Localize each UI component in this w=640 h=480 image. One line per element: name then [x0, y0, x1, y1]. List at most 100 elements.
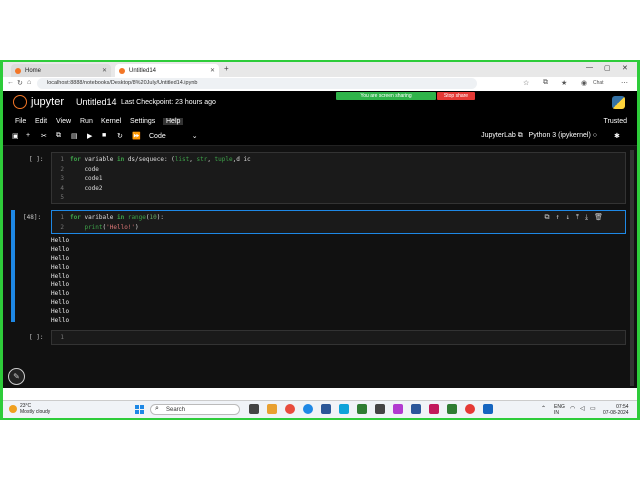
app-icon[interactable] — [465, 404, 475, 414]
trusted-indicator[interactable]: Trusted — [604, 118, 627, 125]
jupyter-logo-text: jupyter — [31, 96, 65, 108]
tab-home[interactable]: Home ✕ — [11, 64, 111, 77]
fast-forward-icon[interactable]: ⏩ — [132, 132, 141, 140]
bug-icon[interactable]: ✱ — [614, 132, 620, 140]
output-line: Hello — [51, 308, 70, 316]
cell-prompt: [48]: — [23, 214, 42, 221]
insert-below-icon[interactable]: ⤓ — [585, 213, 594, 221]
menu-dots-icon[interactable]: ⋯ — [621, 79, 628, 87]
task-view-icon[interactable] — [249, 404, 259, 414]
stop-icon[interactable]: ■ — [102, 132, 106, 139]
terminal-icon[interactable] — [375, 404, 385, 414]
output-line: Hello — [51, 290, 70, 298]
pen-tool-icon[interactable]: ✎ — [8, 368, 25, 385]
favorites-icon[interactable]: ★ — [561, 79, 567, 87]
output-line: Hello — [51, 281, 70, 289]
menu-run[interactable]: Run — [80, 118, 93, 125]
output-line: Hello — [51, 299, 70, 307]
cell-prompt: [ ]: — [29, 334, 44, 341]
star-icon[interactable]: ☆ — [523, 79, 529, 87]
notebook-title[interactable]: Untitled14 — [76, 97, 117, 107]
profile-icon[interactable]: ◉ — [581, 79, 587, 87]
save-icon[interactable]: ▣ — [12, 132, 19, 140]
edge-icon[interactable] — [303, 404, 313, 414]
output-line: Hello — [51, 317, 70, 325]
menu-bar: File Edit View Run Kernel Settings Help … — [3, 115, 637, 129]
volume-icon[interactable]: ◁ — [580, 406, 585, 412]
excel-icon[interactable] — [357, 404, 367, 414]
cell-output: Hello Hello Hello Hello Hello Hello Hell… — [51, 237, 69, 326]
maximize-icon[interactable]: ▢ — [604, 64, 611, 72]
close-window-icon[interactable]: ✕ — [622, 64, 628, 72]
menu-file[interactable]: File — [15, 118, 26, 125]
wifi-icon[interactable]: ◠ — [570, 406, 575, 412]
extensions-icon[interactable]: ⧉ — [543, 79, 548, 87]
weather-widget[interactable]: 23°C Mostly cloudy — [20, 403, 50, 415]
code-line: 1 for variable in ds/sequece: (list, str,… — [60, 156, 251, 163]
app-icon[interactable] — [483, 404, 493, 414]
cut-icon[interactable]: ✂ — [41, 132, 47, 140]
word-icon[interactable] — [411, 404, 421, 414]
code-line: 3 code1 — [60, 175, 103, 182]
stop-share-button[interactable]: Stop share — [437, 92, 475, 100]
kernel-name[interactable]: Python 3 (ipykernel) — [529, 132, 591, 139]
language-indicator[interactable]: ENG IN — [554, 404, 565, 416]
code-line: 5 — [60, 194, 64, 201]
chrome-icon[interactable] — [285, 404, 295, 414]
active-cell-indicator — [11, 210, 15, 322]
refresh-icon[interactable]: ↻ — [17, 79, 23, 87]
code-line: 1 — [60, 334, 64, 341]
menu-edit[interactable]: Edit — [35, 118, 47, 125]
scrollbar[interactable] — [630, 150, 634, 386]
back-icon[interactable]: ← — [7, 79, 14, 86]
browser-tab-strip: Home ✕ Untitled14 ✕ + — ▢ ✕ — [3, 62, 637, 77]
url-field[interactable]: localhost:8888/notebooks/Desktop/8%20Jul… — [37, 78, 477, 89]
paste-icon[interactable]: ▤ — [71, 132, 78, 140]
cell-type-select[interactable]: Code ⌄ — [149, 132, 198, 140]
windows-start-icon[interactable] — [135, 405, 144, 414]
insert-above-icon[interactable]: ⤒ — [576, 213, 585, 221]
notebook-area: [ ]: 1 for variable in ds/sequece: (list,… — [3, 146, 637, 388]
store-icon[interactable] — [321, 404, 331, 414]
close-icon[interactable]: ✕ — [210, 67, 215, 74]
taskbar-search[interactable]: Search — [150, 404, 240, 415]
code-cell-2[interactable]: 1 for varibale in range(10): 2 print('Hel… — [51, 210, 626, 234]
home-icon[interactable]: ⌂ — [27, 79, 31, 86]
file-explorer-icon[interactable] — [267, 404, 277, 414]
output-line: Hello — [51, 272, 70, 280]
menu-view[interactable]: View — [56, 118, 71, 125]
tab-untitled14[interactable]: Untitled14 ✕ — [115, 64, 219, 77]
tray-chevron-icon[interactable]: ⌃ — [541, 406, 546, 412]
minimize-icon[interactable]: — — [586, 64, 593, 71]
new-tab-button[interactable]: + — [224, 64, 229, 73]
code-line: 2 code — [60, 165, 99, 173]
cell-prompt: [ ]: — [29, 156, 44, 163]
clock[interactable]: 07:54 07-08-2024 — [603, 404, 629, 416]
run-icon[interactable]: ▶ — [87, 132, 92, 140]
tab-label: Home — [25, 67, 42, 74]
move-down-icon[interactable]: ↓ — [566, 213, 576, 221]
battery-icon[interactable]: ▭ — [590, 406, 596, 412]
delete-icon[interactable]: 🗑 — [594, 213, 609, 221]
duplicate-icon[interactable]: ⧉ — [544, 213, 555, 221]
app-icon[interactable] — [429, 404, 439, 414]
jupyterlab-link[interactable]: JupyterLab — [481, 132, 516, 139]
app-icon[interactable] — [339, 404, 349, 414]
app-icon[interactable] — [447, 404, 457, 414]
jupyter-header: jupyter Untitled14 Last Checkpoint: 23 h… — [3, 91, 637, 115]
menu-help[interactable]: Help — [163, 118, 184, 125]
add-cell-icon[interactable]: + — [26, 132, 30, 139]
jupyter-favicon-icon — [119, 67, 125, 74]
restart-icon[interactable]: ↻ — [117, 132, 123, 140]
app-icon[interactable] — [393, 404, 403, 414]
copy-icon[interactable]: ⧉ — [56, 132, 61, 140]
code-cell-1[interactable]: 1 for variable in ds/sequece: (list, str,… — [51, 152, 626, 204]
menu-settings[interactable]: Settings — [130, 118, 155, 125]
menu-kernel[interactable]: Kernel — [101, 118, 121, 125]
weather-icon — [9, 405, 17, 413]
move-up-icon[interactable]: ↑ — [555, 213, 565, 221]
notebook-toolbar: ▣ + ✂ ⧉ ▤ ▶ ■ ↻ ⏩ Code ⌄ JupyterLab ⧉ Pyt… — [3, 129, 637, 146]
close-icon[interactable]: ✕ — [102, 67, 107, 74]
code-cell-3[interactable]: 1 — [51, 330, 626, 345]
chat-label[interactable]: Chat — [593, 80, 604, 86]
